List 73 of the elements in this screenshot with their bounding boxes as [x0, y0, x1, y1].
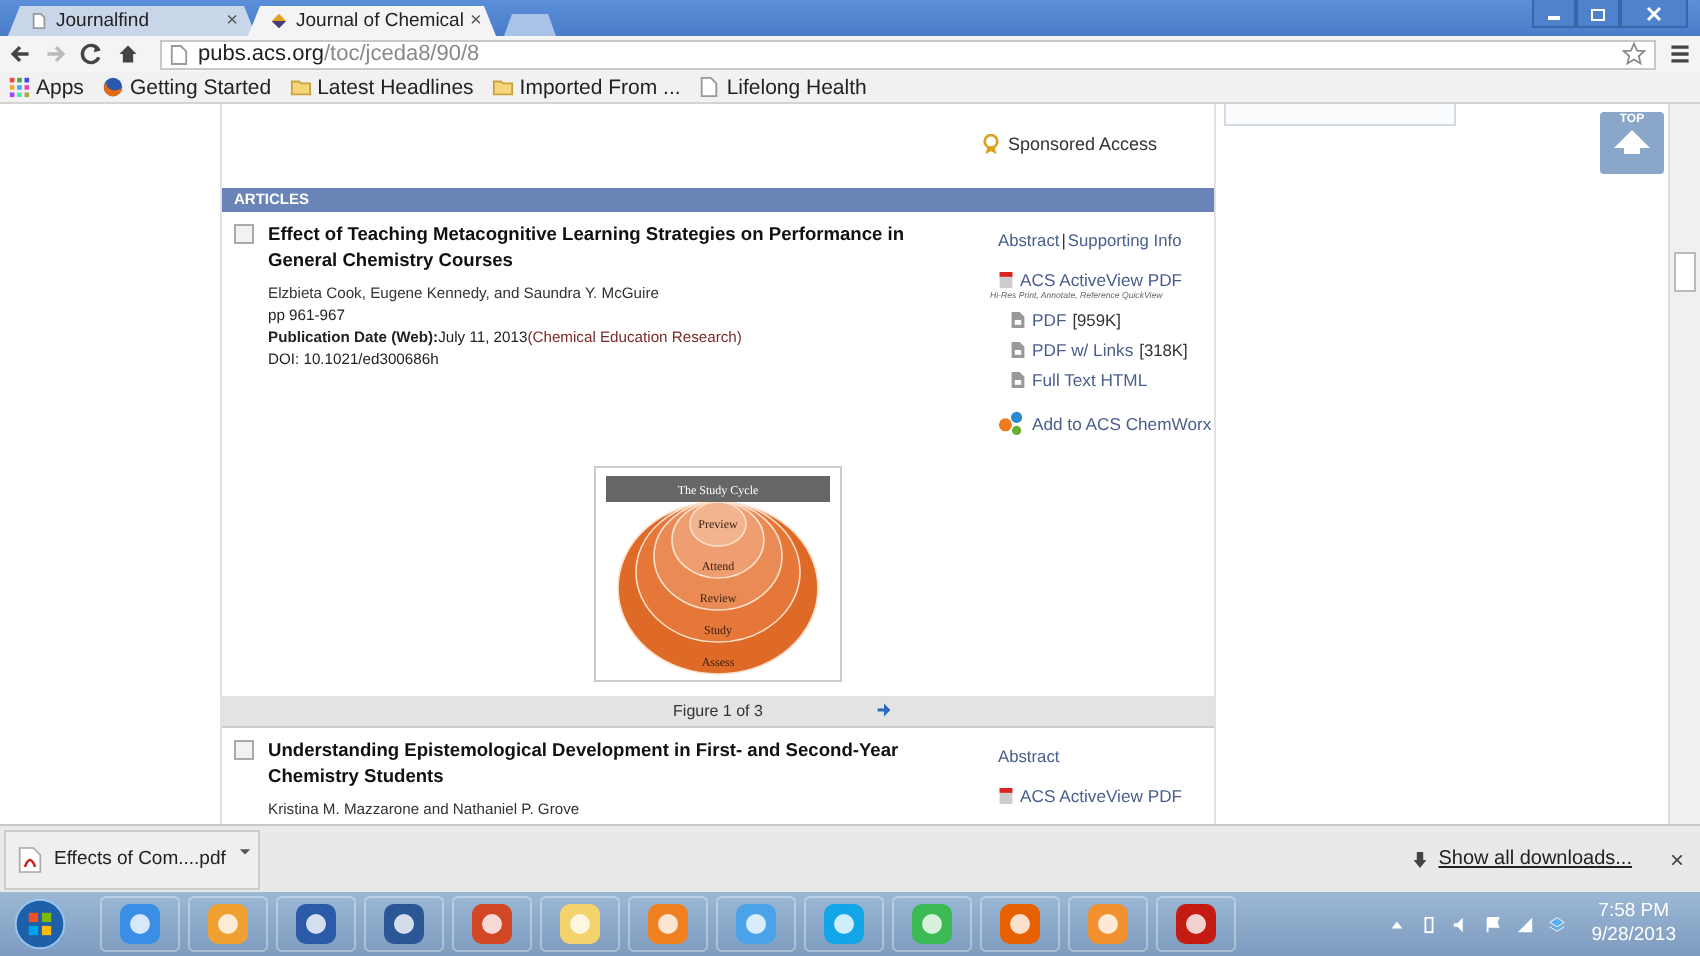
document-icon	[1010, 340, 1026, 360]
page-icon	[698, 76, 721, 98]
scrollbar-thumb[interactable]	[1674, 252, 1696, 292]
article-title[interactable]: Effect of Teaching Metacognitive Learning Strategies on Performance in General Chemistry Courses	[268, 222, 944, 274]
up-arrow-icon	[1612, 128, 1652, 156]
document-icon	[1010, 310, 1026, 330]
globe-icon	[101, 76, 124, 98]
clock-date: 9/28/2013	[1591, 924, 1676, 948]
document-icon	[1010, 370, 1026, 390]
bookmark[interactable]: Lifelong Health	[698, 75, 867, 99]
article-title[interactable]: Understanding Epistemological Development in First- and Second-Year Chemistry Students	[268, 738, 944, 790]
file-size: [318K]	[1139, 340, 1188, 360]
start-button[interactable]	[12, 896, 68, 952]
scrollbar[interactable]	[1668, 104, 1700, 824]
forward-button[interactable]	[44, 42, 68, 66]
menu-button[interactable]	[1668, 42, 1692, 66]
apps-grid-icon	[8, 76, 30, 98]
activeview-pdf-link[interactable]: ACS ActiveView PDF	[1020, 270, 1183, 290]
star-icon[interactable]	[1622, 42, 1646, 66]
browser-tab[interactable]: Journal of Chemical ×	[248, 6, 496, 36]
download-link[interactable]: Full Text HTML	[1032, 370, 1148, 390]
close-icon	[1642, 3, 1666, 23]
url-text: pubs.acs.org/toc/jceda8/90/8	[198, 42, 482, 66]
activeview-pdf-link[interactable]: ACS ActiveView PDF	[1020, 786, 1183, 806]
back-button[interactable]	[8, 42, 32, 66]
article-link[interactable]: Abstract	[998, 230, 1060, 250]
pdf-icon	[998, 786, 1014, 806]
minimize-button[interactable]	[1532, 0, 1576, 28]
next-arrow-icon[interactable]	[876, 702, 892, 718]
bookmark[interactable]: Getting Started	[101, 75, 272, 99]
bookmark[interactable]: Apps	[8, 75, 84, 99]
tab-title: Journalfind	[56, 10, 151, 32]
clock-time: 7:58 PM	[1598, 900, 1670, 924]
checkbox[interactable]	[234, 224, 254, 244]
download-link[interactable]: PDF w/ Links	[1032, 340, 1134, 360]
pdf-icon	[998, 270, 1014, 290]
flag-icon[interactable]	[1483, 915, 1502, 933]
reload-button[interactable]	[80, 42, 104, 66]
article-link[interactable]: Abstract	[998, 746, 1060, 766]
battery-icon[interactable]	[1419, 915, 1438, 933]
diamond-logo-icon	[270, 12, 288, 30]
page-icon	[170, 43, 188, 65]
close-tab-button[interactable]: ×	[226, 10, 238, 32]
show-all-downloads-link[interactable]: Show all downloads...	[1438, 848, 1632, 870]
close-window-button[interactable]	[1620, 0, 1688, 28]
colored-dots-icon	[998, 410, 1024, 436]
pdf-file-icon	[18, 845, 42, 873]
page-icon	[30, 12, 48, 30]
restore-button[interactable]	[1576, 0, 1620, 28]
ribbon-icon	[982, 133, 1000, 155]
download-link[interactable]: PDF	[1032, 310, 1067, 330]
home-button[interactable]	[116, 42, 140, 66]
browser-tab[interactable]: Journalfind ×	[8, 6, 256, 36]
checkbox[interactable]	[234, 740, 254, 760]
restore-icon	[1586, 3, 1610, 23]
chemworx-link[interactable]: Add to ACS ChemWorx	[1032, 413, 1212, 433]
minimize-icon	[1548, 16, 1560, 20]
new-tab-button[interactable]	[504, 14, 556, 36]
download-item[interactable]: Effects of Com....pdf	[4, 829, 260, 889]
sponsored-access-link[interactable]: Sponsored Access	[1008, 134, 1158, 154]
tab-title: Journal of Chemical	[296, 10, 464, 32]
figure-caption: Figure 1 of 3	[673, 702, 763, 720]
signal-icon[interactable]	[1515, 915, 1534, 933]
close-tab-button[interactable]: ×	[469, 10, 482, 32]
bookmark[interactable]: Latest Headlines	[289, 75, 474, 99]
download-arrow-icon	[1412, 849, 1429, 869]
article-link[interactable]: Supporting Info	[1067, 230, 1182, 250]
caret-icon[interactable]	[238, 843, 252, 857]
bookmark[interactable]: Imported From ...	[491, 75, 681, 99]
close-download-bar-button[interactable]: ×	[1669, 845, 1684, 873]
address-bar[interactable]: pubs.acs.org/toc/jceda8/90/8	[160, 39, 1656, 69]
separator: |	[1061, 230, 1066, 250]
file-size: [959K]	[1072, 310, 1121, 330]
